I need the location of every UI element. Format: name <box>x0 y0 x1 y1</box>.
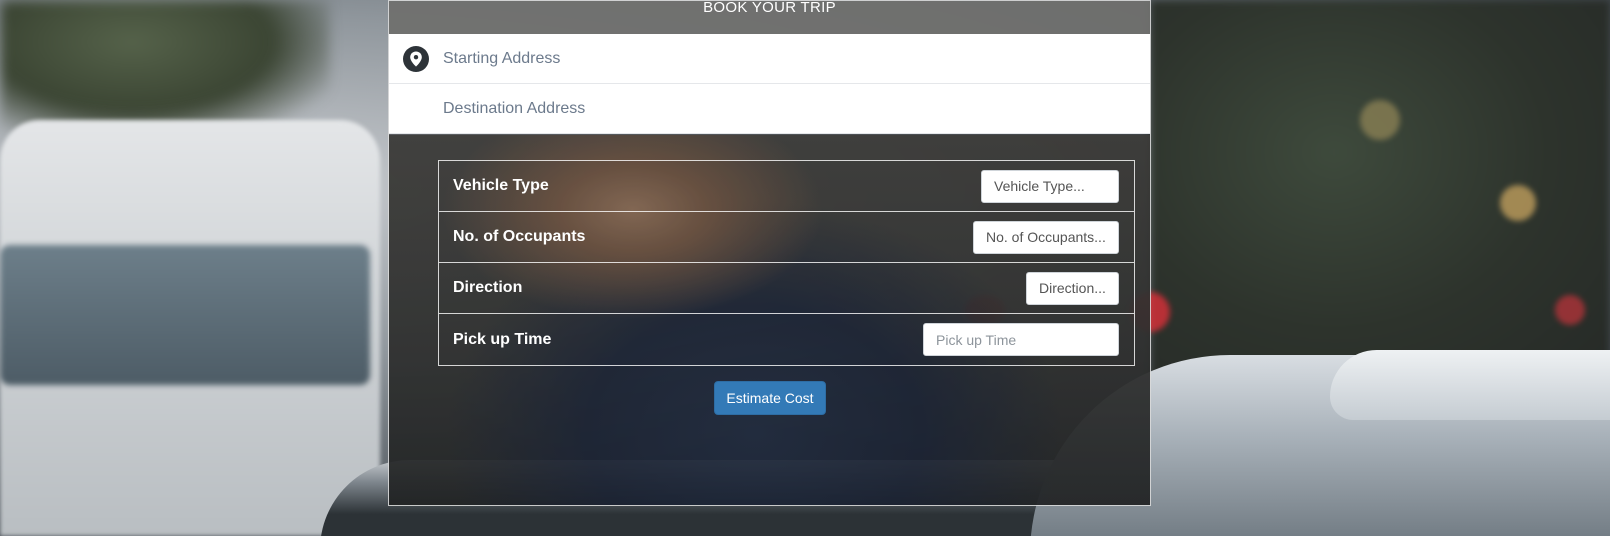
background-street <box>1150 0 1610 380</box>
vehicle-type-select[interactable]: Vehicle Type... <box>981 169 1119 203</box>
booking-panel: BOOK YOUR TRIP Starting Address Destinat… <box>388 0 1151 506</box>
pickup-time-label: Pick up Time <box>453 330 552 348</box>
occupants-row: No. of Occupants No. of Occupants... <box>439 212 1134 263</box>
background-car-roof <box>1330 350 1610 420</box>
occupants-select[interactable]: No. of Occupants... <box>973 220 1119 254</box>
occupants-label: No. of Occupants <box>453 228 586 245</box>
starting-address-placeholder: Starting Address <box>443 49 561 67</box>
map-pin-icon <box>403 45 429 72</box>
destination-address-placeholder: Destination Address <box>443 99 586 117</box>
bokeh-light <box>1500 185 1536 221</box>
panel-title: BOOK YOUR TRIP <box>703 1 836 16</box>
bokeh-light <box>1555 295 1585 325</box>
starting-address-field[interactable]: Starting Address <box>389 34 1150 84</box>
bokeh-light <box>1360 100 1400 140</box>
direction-row: Direction Direction... <box>439 263 1134 314</box>
estimate-cost-button[interactable]: Estimate Cost <box>714 381 826 415</box>
background-trees <box>0 0 330 140</box>
pickup-time-row: Pick up Time Pick up Time <box>439 314 1134 365</box>
vehicle-type-label: Vehicle Type <box>453 177 549 194</box>
panel-header: BOOK YOUR TRIP <box>389 1 1150 34</box>
destination-address-field[interactable]: Destination Address <box>389 84 1150 134</box>
direction-label: Direction <box>453 279 523 296</box>
background-van-window <box>0 245 370 385</box>
direction-select[interactable]: Direction... <box>1026 271 1119 305</box>
trip-details-table: Vehicle Type Vehicle Type... No. of Occu… <box>438 160 1135 366</box>
vehicle-type-row: Vehicle Type Vehicle Type... <box>439 161 1134 212</box>
pickup-time-input[interactable]: Pick up Time <box>923 323 1119 356</box>
